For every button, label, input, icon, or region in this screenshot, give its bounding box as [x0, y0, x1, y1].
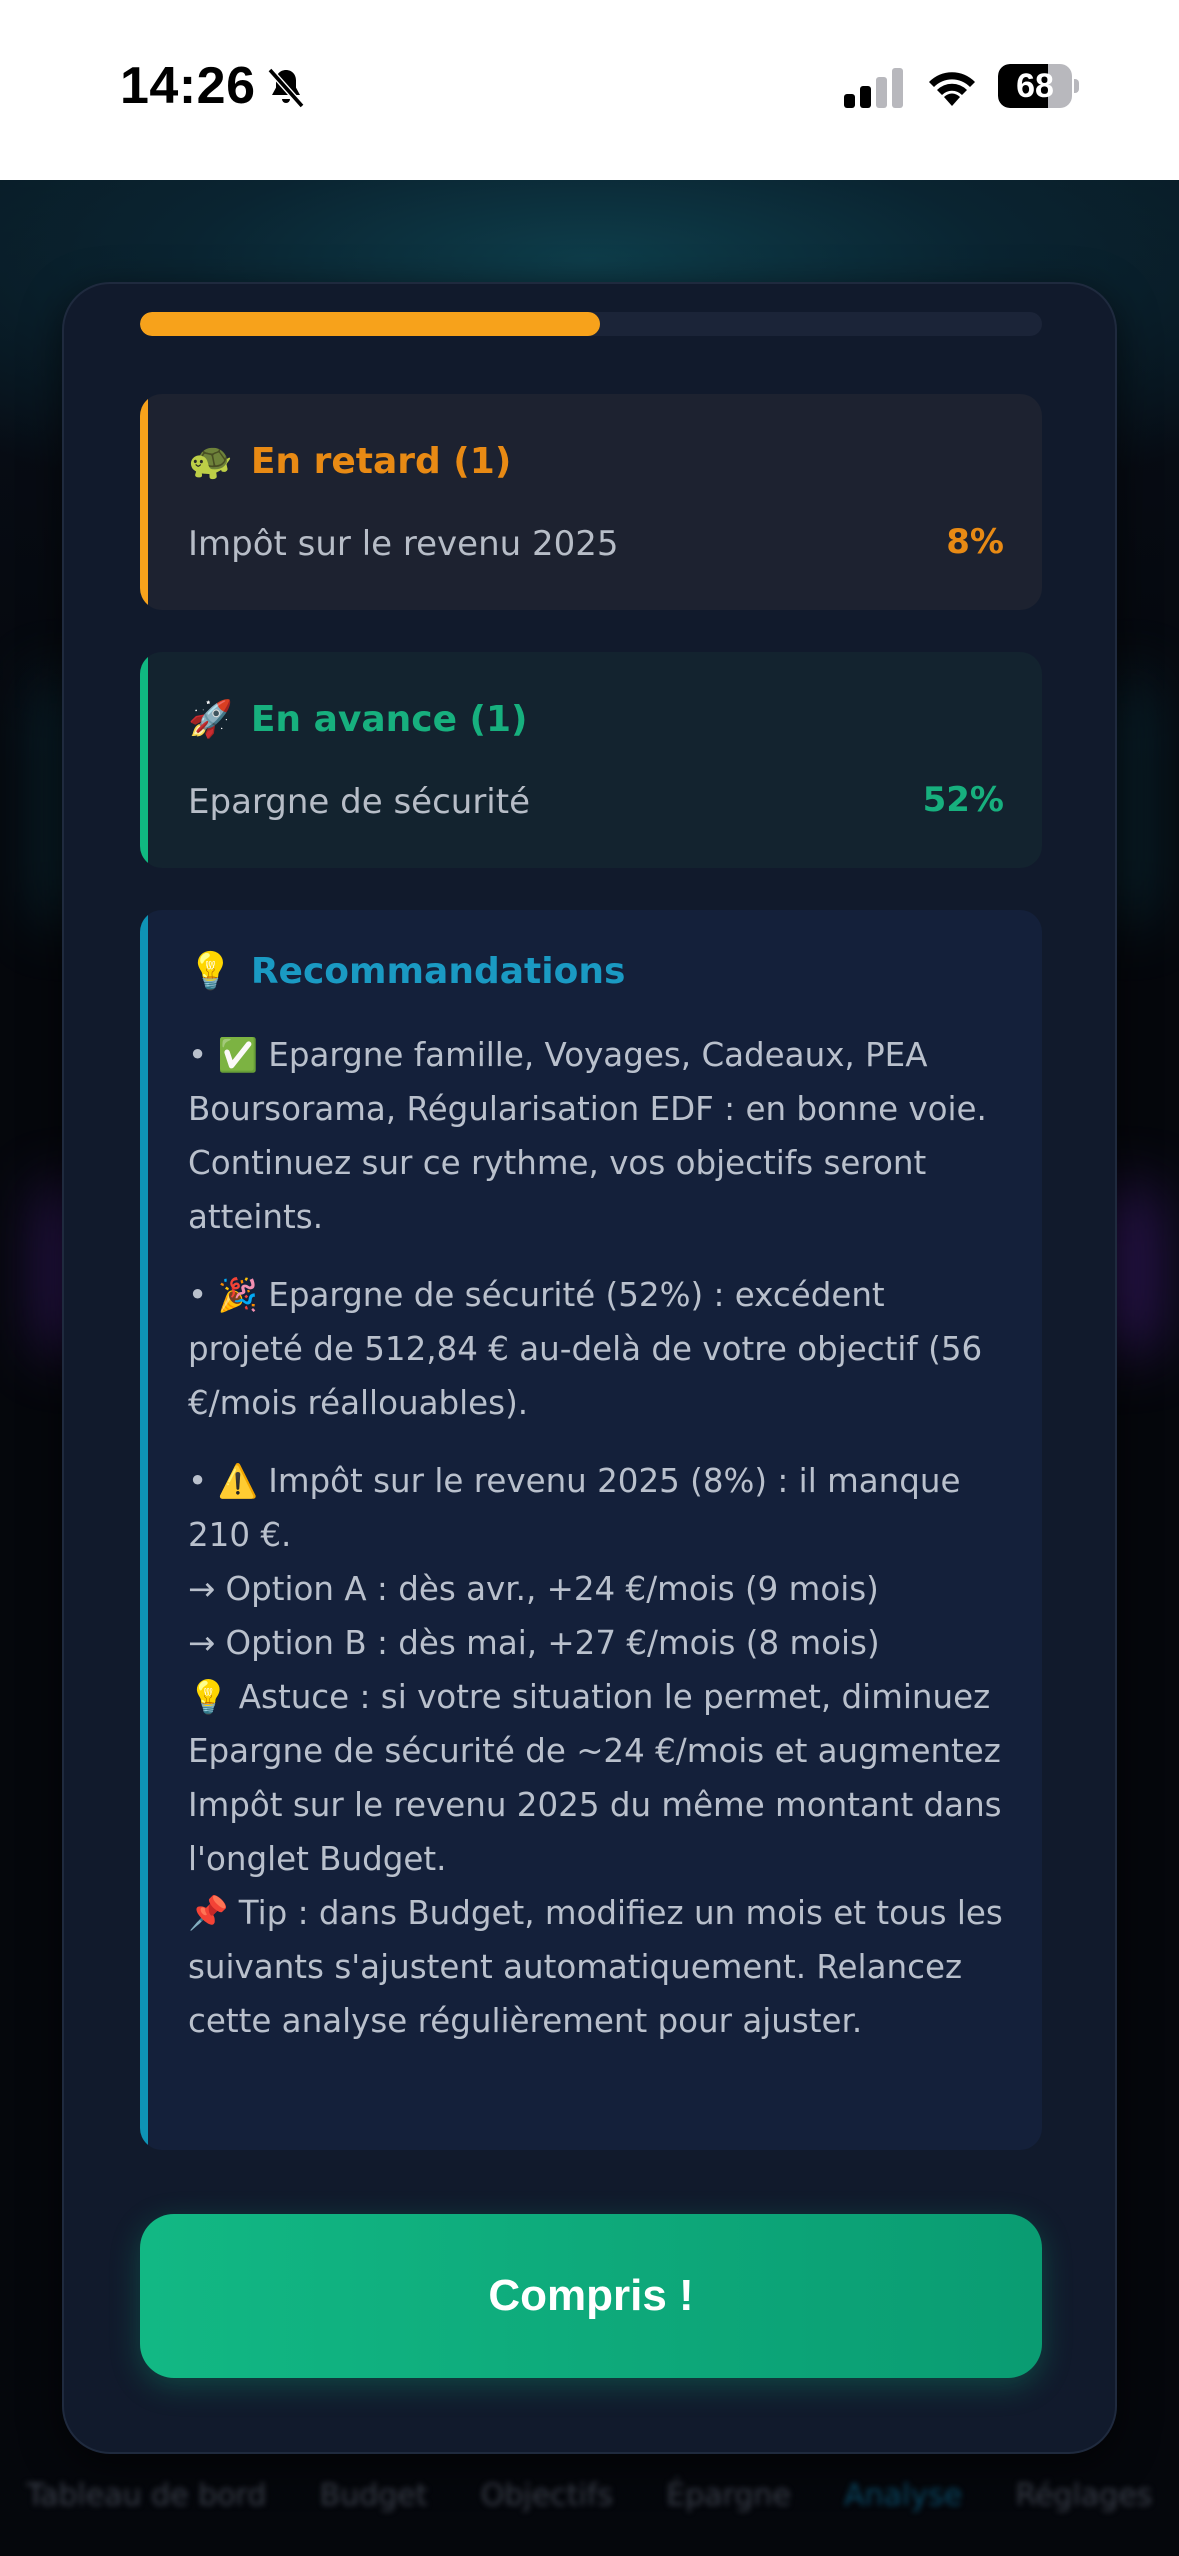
ahead-goals-card: 🚀 En avance (1) Epargne de sécurité 52% — [140, 652, 1042, 868]
late-goal-percent: 8% — [946, 522, 1004, 562]
deficit-summary: • ⚠️ Impôt sur le revenu 2025 (8%) : il … — [188, 1462, 961, 1554]
bell-muted-icon — [267, 67, 305, 109]
late-title: 🐢 En retard (1) — [188, 440, 511, 482]
late-accent-bar — [140, 394, 148, 610]
tip-budget: 📌 Tip : dans Budget, modifiez un mois et… — [188, 1894, 1003, 2040]
status-time: 14:26 — [120, 57, 256, 115]
recommendations-card: 💡 Recommandations • ✅ Epargne famille, Vo… — [140, 910, 1042, 2150]
progress-bar — [140, 312, 1042, 336]
ahead-title: 🚀 En avance (1) — [188, 698, 528, 740]
background-tab: Tableau de bord — [26, 2477, 267, 2513]
recommendations-body: • ✅ Epargne famille, Voyages, Cadeaux, P… — [188, 1028, 1008, 2072]
recommendations-title-text: Recommandations — [250, 951, 626, 992]
progress-fill — [140, 312, 601, 336]
status-bar: 14:26 68 — [0, 0, 1179, 180]
ahead-title-text: En avance (1) — [250, 699, 528, 740]
background-tab: Objectifs — [480, 2477, 613, 2513]
tip-reallocate: 💡 Astuce : si votre situation le permet,… — [188, 1678, 1002, 1878]
background-tab: Réglages — [1015, 2477, 1153, 2513]
late-title-text: En retard (1) — [250, 441, 512, 482]
background-tab: Épargne — [666, 2477, 791, 2513]
rocket-icon: 🚀 — [188, 699, 233, 740]
ahead-goal-percent: 52% — [922, 780, 1004, 820]
lightbulb-icon: 💡 — [188, 951, 233, 992]
understood-button[interactable]: Compris ! — [140, 2214, 1042, 2378]
analysis-modal: 🐢 En retard (1) Impôt sur le revenu 2025 … — [62, 282, 1117, 2454]
ahead-goal-name: Epargne de sécurité — [188, 782, 530, 822]
wifi-icon — [929, 72, 975, 106]
recommendation-surplus: • 🎉 Epargne de sécurité (52%) : excédent… — [188, 1276, 983, 1422]
late-goal-name: Impôt sur le revenu 2025 — [188, 524, 619, 564]
cellular-signal-icon — [844, 68, 903, 108]
recommendations-accent-bar — [140, 910, 148, 2150]
battery-level: 68 — [1016, 67, 1054, 105]
background-tab: Analyse — [844, 2477, 963, 2513]
background-tab: Budget — [319, 2477, 428, 2513]
option-b: → Option B : dès mai, +27 €/mois (8 mois… — [188, 1624, 880, 1662]
battery-icon: 68 — [998, 64, 1079, 108]
recommendation-on-track: • ✅ Epargne famille, Voyages, Cadeaux, P… — [188, 1036, 987, 1236]
ahead-accent-bar — [140, 652, 148, 868]
recommendations-title: 💡 Recommandations — [188, 950, 625, 992]
background-tab-bar: Tableau de bord Budget Objectifs Épargne… — [0, 2470, 1179, 2520]
late-goals-card: 🐢 En retard (1) Impôt sur le revenu 2025 … — [140, 394, 1042, 610]
option-a: → Option A : dès avr., +24 €/mois (9 moi… — [188, 1570, 879, 1608]
recommendation-deficit: • ⚠️ Impôt sur le revenu 2025 (8%) : il … — [188, 1454, 1008, 2048]
turtle-icon: 🐢 — [188, 441, 233, 482]
